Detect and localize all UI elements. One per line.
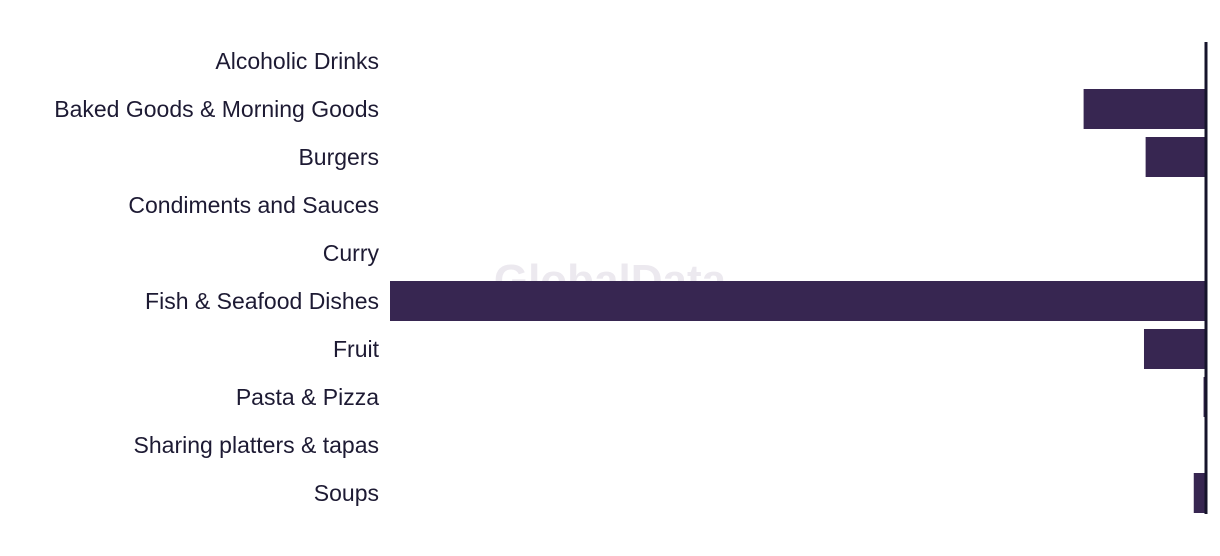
- bar: [1193, 473, 1206, 513]
- bar: [1145, 137, 1206, 177]
- category-label: Alcoholic Drinks: [215, 48, 379, 74]
- category-label: Burgers: [298, 144, 379, 170]
- bar: [1143, 329, 1206, 369]
- category-label: Baked Goods & Morning Goods: [54, 96, 379, 122]
- category-label: Sharing platters & tapas: [134, 432, 379, 458]
- category-label: Condiments and Sauces: [128, 192, 379, 218]
- category-label: Fish & Seafood Dishes: [145, 288, 379, 314]
- bar: [390, 281, 1206, 321]
- category-label: Pasta & Pizza: [236, 384, 379, 410]
- category-label: Soups: [314, 480, 379, 506]
- bar-chart: GlobalData Alcoholic DrinksBaked Goods &…: [54, 42, 1208, 514]
- category-label: Fruit: [333, 336, 380, 362]
- bar: [1083, 89, 1206, 129]
- category-label: Curry: [323, 240, 380, 266]
